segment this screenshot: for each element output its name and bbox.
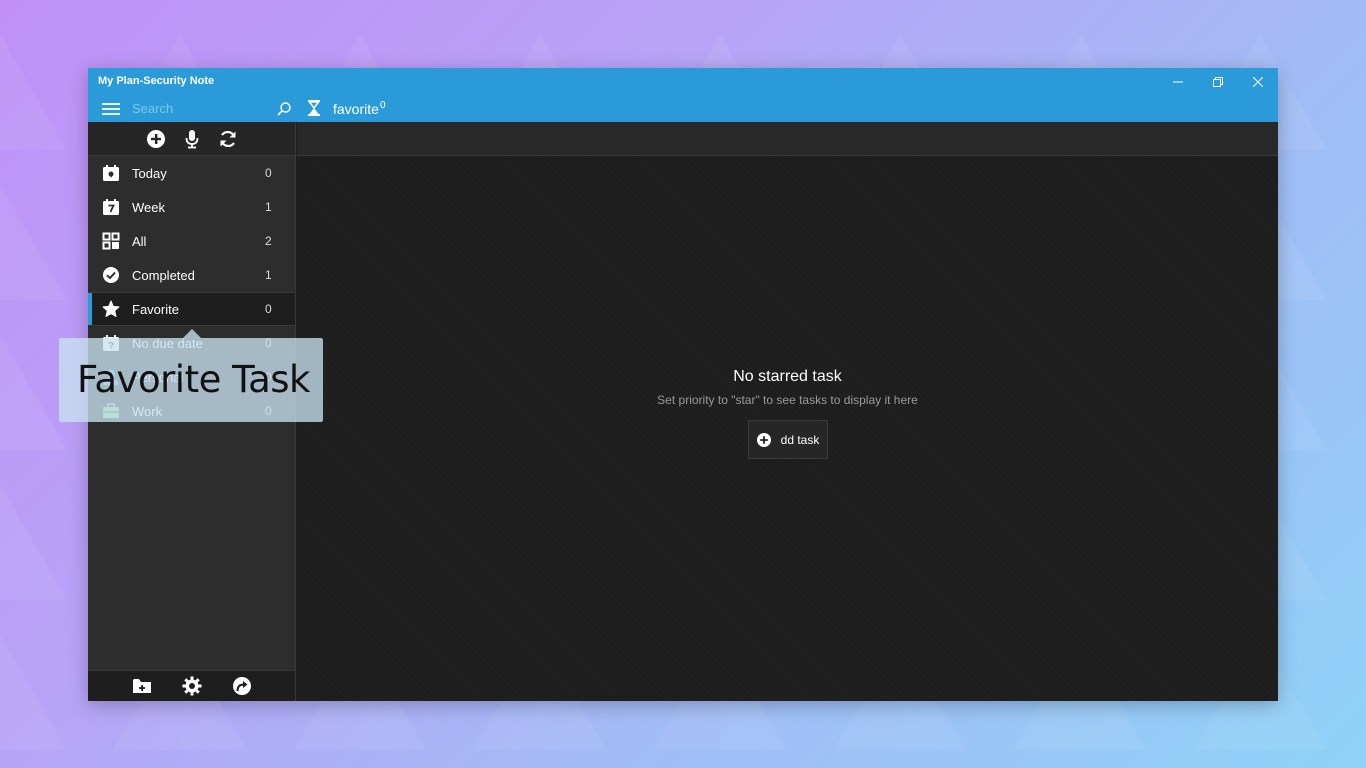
sidebar-item-label: Favorite — [132, 301, 179, 317]
share-icon — [232, 677, 251, 695]
minimize-button[interactable] — [1158, 68, 1198, 96]
hamburger-menu-button[interactable] — [102, 103, 120, 115]
sidebar-item-completed[interactable]: Completed 1 — [88, 258, 295, 292]
sidebar-item-favorite[interactable]: Favorite 0 — [88, 292, 295, 326]
sidebar-item-label: Week — [132, 199, 165, 215]
add-button[interactable] — [145, 128, 167, 150]
microphone-icon — [185, 129, 198, 148]
sidebar-item-label: Completed — [132, 267, 195, 283]
sidebar-item-week[interactable]: Week 1 — [88, 190, 295, 224]
check-circle-icon — [102, 266, 120, 284]
add-icon — [756, 432, 771, 447]
settings-button[interactable] — [181, 675, 203, 697]
sidebar-footer — [88, 670, 295, 701]
tooltip: Favorite Task — [59, 329, 323, 422]
sidebar-item-count: 0 — [265, 302, 272, 316]
add-icon — [146, 129, 165, 148]
close-button[interactable] — [1238, 68, 1278, 96]
sidebar-item-all[interactable]: All 2 — [88, 224, 295, 258]
empty-state-title: No starred task — [733, 368, 842, 385]
sidebar-item-count: 2 — [265, 234, 272, 248]
tooltip-text: Favorite Task — [77, 358, 310, 401]
sidebar-item-count: 0 — [265, 166, 272, 180]
add-task-button[interactable]: dd task — [748, 420, 828, 459]
current-view-count: 0 — [380, 100, 386, 111]
sidebar-item-count: 1 — [265, 200, 272, 214]
search-icon[interactable] — [276, 101, 292, 117]
sidebar-item-count: 1 — [265, 268, 272, 282]
voice-input-button[interactable] — [181, 128, 203, 150]
restore-button[interactable] — [1198, 68, 1238, 96]
add-folder-button[interactable] — [131, 675, 153, 697]
sidebar-item-today[interactable]: Today 0 — [88, 156, 295, 190]
current-view-title: favorite — [333, 101, 379, 117]
window-title: My Plan-Security Note — [98, 75, 215, 87]
star-icon — [102, 300, 120, 318]
restore-icon — [1213, 77, 1223, 87]
share-button[interactable] — [231, 675, 253, 697]
sidebar-item-label: All — [132, 233, 147, 249]
window-controls — [1158, 68, 1278, 96]
minimize-icon — [1173, 81, 1183, 83]
hourglass-icon — [308, 100, 320, 116]
add-task-label: dd task — [780, 432, 820, 447]
sync-button[interactable] — [217, 128, 239, 150]
sidebar-item-label: Today — [132, 165, 167, 181]
settings-icon — [182, 676, 201, 696]
sidebar-toolbar — [88, 122, 295, 156]
close-icon — [1253, 77, 1263, 87]
calendar-today-icon — [102, 164, 120, 182]
empty-state-subtitle: Set priority to "star" to see tasks to d… — [657, 393, 918, 407]
search-input[interactable] — [132, 98, 292, 118]
title-bar: My Plan-Security Note favorite — [88, 68, 1278, 122]
calendar-week-icon — [102, 198, 120, 216]
main-toolbar — [297, 122, 1278, 156]
task-list-area: No starred task Set priority to "star" t… — [297, 156, 1278, 701]
sync-icon — [220, 130, 235, 147]
grid-icon — [102, 232, 120, 250]
add-folder-icon — [132, 679, 151, 693]
